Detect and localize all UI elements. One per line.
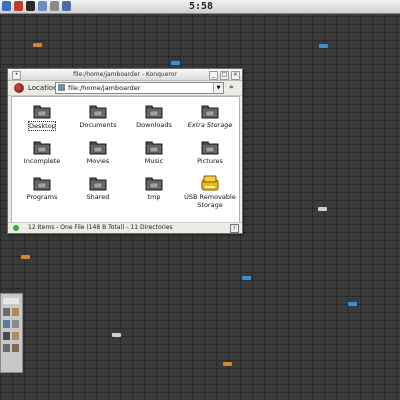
file-item-label: Incomplete [23, 157, 61, 165]
konqueror-logo-icon [14, 83, 24, 93]
file-item[interactable]: Programs [14, 173, 70, 209]
thumbnail-image [12, 320, 19, 328]
chevron-down-icon[interactable]: ▼ [213, 83, 223, 93]
file-item[interactable]: Downloads [126, 101, 182, 137]
toolbar-overflow-button[interactable]: » [229, 83, 234, 91]
minimized-window-thumbnail[interactable] [0, 293, 23, 373]
file-item[interactable]: Movies [70, 137, 126, 173]
file-item[interactable]: Pictures [182, 137, 238, 173]
file-item[interactable]: Extra Storage [182, 101, 238, 137]
file-item-label: Shared [86, 193, 110, 201]
location-input[interactable]: file:/home/jamboarder ▼ [55, 82, 224, 94]
file-item-label: USB Removable Storage [184, 193, 236, 209]
file-view[interactable]: Desktop Documents Downloads Extra Storage In… [11, 96, 240, 223]
desktop-tile [21, 255, 30, 259]
file-item[interactable]: Documents [70, 101, 126, 137]
music-folder-icon [145, 138, 163, 156]
pictures-folder-icon [201, 138, 219, 156]
file-item[interactable]: USB Removable Storage [182, 173, 238, 209]
konqueror-window[interactable]: • file:/home/jamboarder - Konqueror _ □ … [7, 68, 243, 234]
file-item-label: Documents [79, 121, 117, 129]
downloads-folder-icon [145, 102, 163, 120]
top-panel: 5:58 [0, 0, 400, 14]
browser-icon[interactable] [62, 1, 71, 11]
kde-menu-icon[interactable] [14, 1, 23, 11]
file-item-label: Desktop [28, 121, 56, 131]
file-item-label: Movies [86, 157, 110, 165]
status-indicator-icon [13, 225, 19, 231]
desktop-tile [112, 333, 121, 337]
shared-folder-icon [89, 174, 107, 192]
desktop-tile [171, 61, 180, 65]
file-item-label: Extra Storage [187, 121, 233, 129]
incomplete-folder-icon [33, 138, 51, 156]
file-item-label: Downloads [136, 121, 172, 129]
movies-folder-icon [89, 138, 107, 156]
location-value: file:/home/jamboarder [68, 84, 141, 92]
maximize-button[interactable]: □ [220, 71, 229, 80]
desktop-tile [319, 44, 328, 48]
thumbnail-image [3, 320, 10, 328]
window-title: file:/home/jamboarder - Konqueror [73, 71, 177, 78]
resize-grip-icon[interactable]: ∕ [230, 224, 239, 233]
status-bar: 12 Items - One File (148 B Total) - 11 D… [8, 222, 242, 233]
close-button[interactable]: × [231, 71, 240, 80]
konqueror-icon[interactable] [2, 1, 11, 11]
thumbnail-image [12, 344, 19, 352]
file-item-label: Music [144, 157, 164, 165]
thumbnail-image [3, 344, 10, 352]
file-item[interactable]: Music [126, 137, 182, 173]
window-titlebar[interactable]: • file:/home/jamboarder - Konqueror _ □ … [8, 69, 242, 81]
file-item-label: Programs [26, 193, 58, 201]
thumbnail-image [12, 332, 19, 340]
desktop-tile [242, 276, 251, 280]
documents-folder-icon [89, 102, 107, 120]
tmp-folder-icon [145, 174, 163, 192]
usb-drive-icon [201, 174, 219, 192]
storage-folder-icon [201, 102, 219, 120]
status-text: 12 Items - One File (148 B Total) - 11 D… [28, 224, 173, 231]
minimize-button[interactable]: _ [209, 71, 218, 80]
file-item-label: tmp [147, 193, 161, 201]
settings-icon[interactable] [50, 1, 59, 11]
desktop-tile [223, 362, 232, 366]
file-item[interactable]: Desktop [14, 101, 70, 137]
file-item-label: Pictures [197, 157, 223, 165]
location-toolbar: Location: file:/home/jamboarder ▼ » [8, 81, 242, 96]
thumbnail-image [3, 308, 10, 316]
thumbnail-image [12, 308, 19, 316]
thumbnail-image [3, 332, 10, 340]
clock[interactable]: 5:58 [186, 0, 216, 13]
programs-folder-icon [33, 174, 51, 192]
file-item[interactable]: Incomplete [14, 137, 70, 173]
desktop-tile [348, 302, 357, 306]
desktop-tile [33, 43, 42, 47]
home-icon[interactable] [38, 1, 47, 11]
folder-icon [58, 84, 65, 91]
terminal-icon[interactable] [26, 1, 35, 11]
thumbnail-header [3, 298, 19, 304]
desktop-folder-icon [33, 102, 51, 120]
file-item[interactable]: tmp [126, 173, 182, 209]
file-item[interactable]: Shared [70, 173, 126, 209]
desktop-tile [318, 207, 327, 211]
